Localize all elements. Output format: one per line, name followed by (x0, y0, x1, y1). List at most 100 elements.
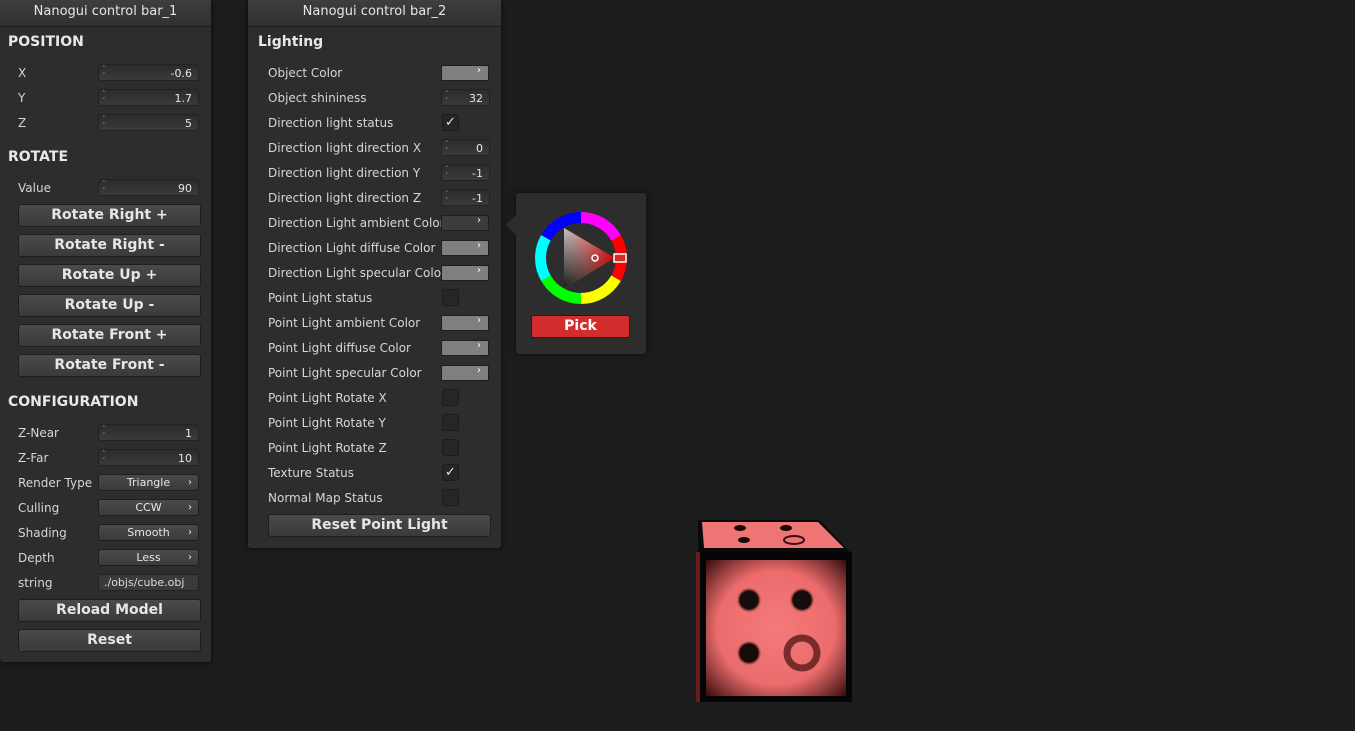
zfar-input[interactable]: ˄ ˅ 10 (98, 449, 199, 466)
point-rotate-y-checkbox[interactable] (442, 414, 459, 431)
lighting-group-title: Lighting (258, 34, 324, 50)
znear-value: 1 (185, 427, 192, 440)
rotate-up-minus-button[interactable]: Rotate Up - (18, 294, 201, 317)
object-shininess-input[interactable]: ˄ ˅ 32 (441, 89, 490, 106)
object-shininess-label: Object shininess (268, 91, 367, 105)
spinner-arrows-icon[interactable]: ˄ ˅ (102, 116, 106, 130)
cube-top-pip (738, 537, 750, 543)
string-label: string (18, 576, 53, 590)
point-rotate-z-checkbox[interactable] (442, 439, 459, 456)
render-type-select[interactable]: Triangle › (98, 474, 199, 491)
chevron-right-icon: › (188, 552, 192, 563)
culling-select[interactable]: CCW › (98, 499, 199, 516)
point-rotate-x-checkbox[interactable] (442, 389, 459, 406)
cube-top-pip (734, 525, 746, 531)
point-rotate-z-row: Point Light Rotate Z (248, 438, 501, 458)
spinner-arrows-icon[interactable]: ˄ ˅ (102, 181, 106, 195)
shading-value: Smooth (127, 526, 170, 539)
color-wheel[interactable] (516, 193, 646, 313)
chevron-right-icon: › (188, 477, 192, 488)
rotate-value: 90 (178, 182, 192, 195)
shading-select[interactable]: Smooth › (98, 524, 199, 541)
object-color-button[interactable]: › (441, 65, 489, 81)
zfar-value: 10 (178, 452, 192, 465)
spinner-arrows-icon[interactable]: ˄ ˅ (102, 426, 106, 440)
chevron-right-icon: › (477, 315, 481, 326)
point-light-status-checkbox[interactable] (442, 289, 459, 306)
shading-row: Shading Smooth › (0, 523, 211, 543)
cube-front-pip (736, 587, 762, 613)
rotate-right-plus-button[interactable]: Rotate Right + (18, 204, 201, 227)
model-path-input[interactable]: ./objs/cube.obj (98, 574, 199, 591)
rotate-front-plus-button[interactable]: Rotate Front + (18, 324, 201, 347)
point-light-status-row: Point Light status (248, 288, 501, 308)
position-z-input[interactable]: ˄ ˅ 5 (98, 114, 199, 131)
rotate-up-plus-button[interactable]: Rotate Up + (18, 264, 201, 287)
reset-point-light-button[interactable]: Reset Point Light (268, 514, 491, 537)
object-shininess-row: Object shininess ˄ ˅ 32 (248, 88, 501, 108)
spinner-arrows-icon[interactable]: ˄ ˅ (445, 141, 449, 155)
depth-select[interactable]: Less › (98, 549, 199, 566)
pick-button[interactable]: Pick (531, 315, 630, 338)
znear-input[interactable]: ˄ ˅ 1 (98, 424, 199, 441)
direction-diffuse-label: Direction Light diffuse Color (268, 241, 436, 255)
direction-light-z-row: Direction light direction Z ˄ ˅ -1 (248, 188, 501, 208)
direction-specular-label: Direction Light specular Color (268, 266, 447, 280)
spinner-arrows-icon[interactable]: ˄ ˅ (445, 91, 449, 105)
position-y-value: 1.7 (174, 92, 193, 105)
panel-2-title[interactable]: Nanogui control bar_2 (248, 0, 501, 27)
render-type-value: Triangle (126, 476, 171, 489)
position-y-row: Y ˄ ˅ 1.7 (0, 88, 211, 108)
point-diffuse-row: Point Light diffuse Color › (248, 338, 501, 358)
direction-diffuse-color-button[interactable]: › (441, 240, 489, 256)
point-diffuse-label: Point Light diffuse Color (268, 341, 411, 355)
point-diffuse-color-button[interactable]: › (441, 340, 489, 356)
chevron-right-icon: › (477, 215, 481, 226)
point-specular-color-button[interactable]: › (441, 365, 489, 381)
reload-model-button[interactable]: Reload Model (18, 599, 201, 622)
hue-selector-marker[interactable] (613, 253, 627, 263)
cube-front-pip (736, 640, 762, 666)
point-light-status-label: Point Light status (268, 291, 373, 305)
rotate-front-minus-button[interactable]: Rotate Front - (18, 354, 201, 377)
direction-light-status-checkbox[interactable]: ✓ (442, 114, 459, 131)
point-specular-row: Point Light specular Color › (248, 363, 501, 383)
spinner-arrows-icon[interactable]: ˄ ˅ (102, 91, 106, 105)
position-x-input[interactable]: ˄ ˅ -0.6 (98, 64, 199, 81)
reset-button[interactable]: Reset (18, 629, 201, 652)
position-y-input[interactable]: ˄ ˅ 1.7 (98, 89, 199, 106)
direction-ambient-color-button[interactable]: › (441, 215, 489, 231)
direction-specular-color-button[interactable]: › (441, 265, 489, 281)
depth-label: Depth (18, 551, 55, 565)
texture-status-row: Texture Status ✓ (248, 463, 501, 483)
chevron-right-icon: › (188, 527, 192, 538)
depth-value: Less (136, 551, 161, 564)
normal-map-status-label: Normal Map Status (268, 491, 383, 505)
cube-render (696, 520, 852, 702)
rotate-right-minus-button[interactable]: Rotate Right - (18, 234, 201, 257)
texture-status-checkbox[interactable]: ✓ (442, 464, 459, 481)
direction-light-z-input[interactable]: ˄ ˅ -1 (441, 189, 490, 206)
spinner-arrows-icon[interactable]: ˄ ˅ (445, 166, 449, 180)
chevron-right-icon: › (477, 65, 481, 76)
position-z-label: Z (18, 116, 27, 130)
saturation-triangle[interactable] (564, 228, 615, 288)
direction-light-x-input[interactable]: ˄ ˅ 0 (441, 139, 490, 156)
spinner-arrows-icon[interactable]: ˄ ˅ (445, 191, 449, 205)
direction-ambient-row: Direction Light ambient Color › (248, 213, 501, 233)
render-type-row: Render Type Triangle › (0, 473, 211, 493)
cube-front-pip (789, 587, 815, 613)
chevron-right-icon: › (477, 265, 481, 276)
point-specular-label: Point Light specular Color (268, 366, 422, 380)
shading-label: Shading (18, 526, 67, 540)
spinner-arrows-icon[interactable]: ˄ ˅ (102, 451, 106, 465)
normal-map-status-checkbox[interactable] (442, 489, 459, 506)
position-x-row: X ˄ ˅ -0.6 (0, 63, 211, 83)
position-x-label: X (18, 66, 27, 80)
rotate-value-input[interactable]: ˄ ˅ 90 (98, 179, 199, 196)
panel-1-title[interactable]: Nanogui control bar_1 (0, 0, 211, 27)
point-ambient-color-button[interactable]: › (441, 315, 489, 331)
direction-light-y-input[interactable]: ˄ ˅ -1 (441, 164, 490, 181)
direction-light-status-row: Direction light status ✓ (248, 113, 501, 133)
spinner-arrows-icon[interactable]: ˄ ˅ (102, 66, 106, 80)
